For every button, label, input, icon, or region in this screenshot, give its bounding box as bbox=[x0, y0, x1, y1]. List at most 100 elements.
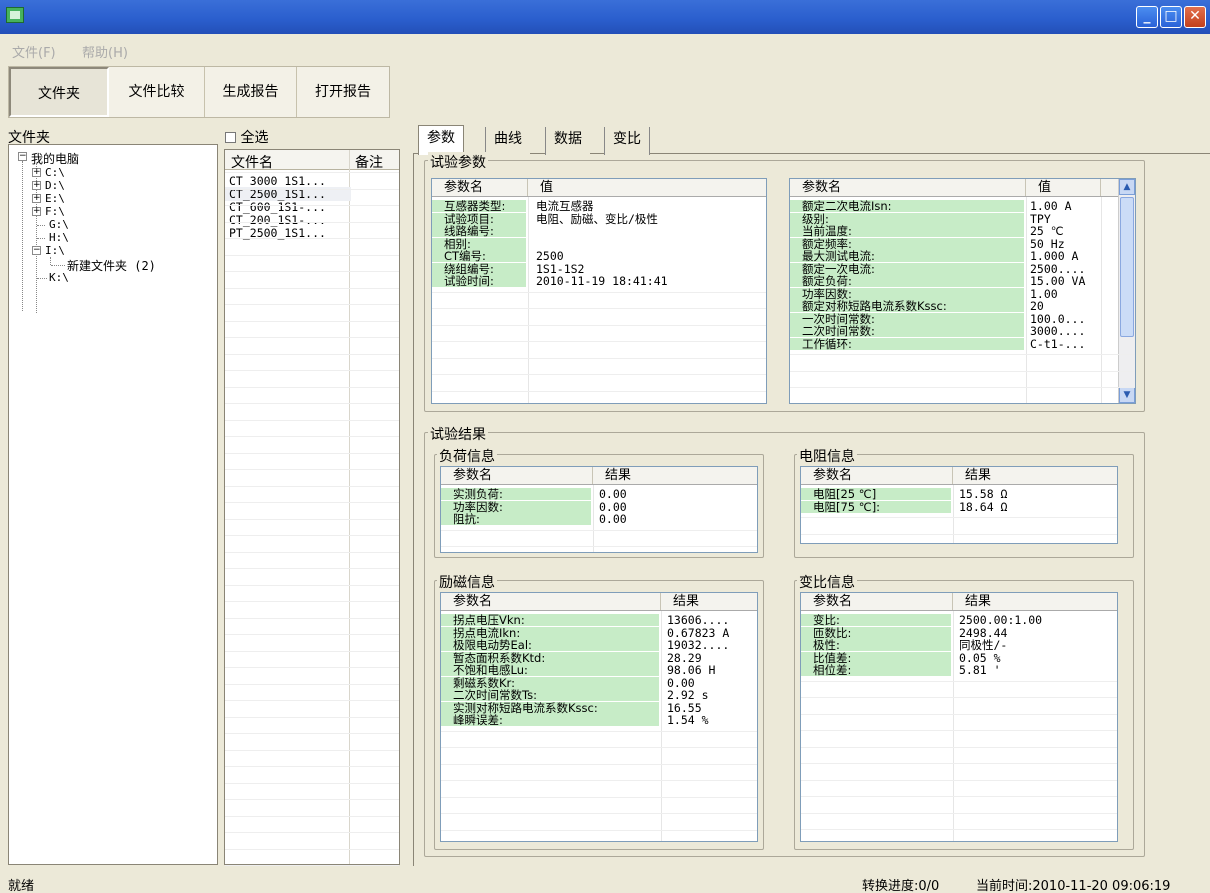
status-time: 当前时间:2010-11-20 09:06:19 bbox=[976, 879, 1171, 893]
tree-drive-e[interactable]: E:\ bbox=[45, 192, 65, 205]
menu-help[interactable]: 帮助(H) bbox=[82, 42, 128, 61]
generate-report-button[interactable]: 生成报告 bbox=[205, 67, 297, 117]
scroll-down-icon[interactable]: ▼ bbox=[1119, 387, 1135, 403]
collapse-icon[interactable]: − bbox=[18, 152, 27, 161]
table-row[interactable]: 功率因数: 0.00 bbox=[441, 499, 757, 514]
file-list[interactable]: 文件名 备注 CT_3000_1S1... CT_2500_1S1... CT_60… bbox=[224, 149, 400, 866]
expand-icon[interactable]: + bbox=[32, 181, 41, 190]
expand-icon[interactable]: + bbox=[32, 194, 41, 203]
resistance-table[interactable]: 参数名 结果 电阻[25 ℃] 15.58 Ω 电阻[75 ℃]: 18.64 Ω bbox=[800, 466, 1118, 544]
col-result[interactable]: 结果 bbox=[593, 467, 757, 484]
load-table[interactable]: 参数名 结果 实测负荷: 0.00 功率因数: 0.00 阻抗: 0.00 bbox=[440, 466, 758, 553]
table-row[interactable]: 级别: TPY bbox=[790, 212, 1135, 225]
col-result[interactable]: 结果 bbox=[953, 593, 1117, 610]
table-row[interactable]: 额定对称短路电流系数Kssc: 20 bbox=[790, 300, 1135, 312]
table-row[interactable]: 功率因数: 1.00 bbox=[790, 287, 1135, 300]
col-param-name[interactable]: 参数名 bbox=[801, 467, 953, 484]
col-value[interactable]: 值 bbox=[1026, 179, 1101, 196]
menu-file[interactable]: 文件(F) bbox=[12, 42, 56, 61]
tree-drive-f[interactable]: F:\ bbox=[45, 205, 65, 218]
table-row[interactable]: 电阻[75 ℃]: 18.64 Ω bbox=[801, 500, 1117, 513]
table-row[interactable]: 最大测试电流: 1.000 A bbox=[790, 250, 1135, 262]
tab-params[interactable]: 参数 bbox=[418, 125, 464, 155]
table-row[interactable]: 不饱和电感Lu: 98.06 H bbox=[441, 664, 757, 676]
file-row[interactable]: CT_200_1S1-... bbox=[225, 213, 351, 227]
col-param-name[interactable]: 参数名 bbox=[441, 593, 661, 610]
table-row[interactable]: 一次时间常数: 100.0... bbox=[790, 312, 1135, 325]
tree-drive-i[interactable]: I:\ bbox=[45, 244, 65, 257]
close-button[interactable]: ✕ bbox=[1184, 6, 1206, 28]
tree-drive-h[interactable]: H:\ bbox=[49, 231, 69, 244]
tree-new-folder[interactable]: 新建文件夹 (2) bbox=[67, 257, 156, 274]
table-row[interactable]: 电阻[25 ℃] 15.58 Ω bbox=[801, 488, 1117, 500]
folder-button[interactable]: 文件夹 bbox=[9, 67, 109, 117]
params-left-table[interactable]: 参数名 值 互感器类型: 电流互感器 试验项目: 电阻、励磁、变比/极性 线路编号: 相别… bbox=[431, 178, 767, 404]
col-value[interactable]: 值 bbox=[528, 179, 766, 196]
col-result[interactable]: 结果 bbox=[953, 467, 1117, 484]
table-row[interactable]: 匝数比: 2498.44 bbox=[801, 626, 1117, 639]
checkbox-icon[interactable] bbox=[225, 132, 236, 143]
col-filename[interactable]: 文件名 bbox=[231, 152, 273, 172]
table-row[interactable]: 二次时间常数Ts: 2.92 s bbox=[441, 689, 757, 701]
open-report-button[interactable]: 打开报告 bbox=[297, 67, 389, 117]
file-row[interactable]: CT_3000_1S1... bbox=[225, 174, 351, 188]
scroll-up-icon[interactable]: ▲ bbox=[1119, 179, 1135, 195]
ratio-table[interactable]: 参数名 结果 变比: 2500.00:1.00 匝数比: 2498.44 极性: 同极性/… bbox=[800, 592, 1118, 842]
tab-ratio[interactable]: 变比 bbox=[604, 127, 650, 155]
maximize-button[interactable]: □ bbox=[1160, 6, 1182, 28]
table-row[interactable]: 峰瞬误差: 1.54 % bbox=[441, 714, 757, 726]
table-row[interactable]: 线路编号: bbox=[432, 225, 766, 237]
select-all-checkbox[interactable]: 全选 bbox=[225, 127, 397, 146]
excitation-table[interactable]: 参数名 结果 拐点电压Vkn: 13606.... 拐点电流Ikn: 0.67823 … bbox=[440, 592, 758, 842]
col-param-name[interactable]: 参数名 bbox=[432, 179, 528, 196]
table-row[interactable]: 工作循环: C-t1-... bbox=[790, 337, 1135, 350]
col-note[interactable]: 备注 bbox=[355, 152, 383, 172]
table-row[interactable]: 额定二次电流Isn: 1.00 A bbox=[790, 200, 1135, 212]
tree-root-my-computer[interactable]: 我的电脑 bbox=[31, 150, 79, 167]
col-param-name[interactable]: 参数名 bbox=[790, 179, 1026, 196]
tree-drive-d[interactable]: D:\ bbox=[45, 179, 65, 192]
table-row[interactable]: 相别: bbox=[432, 237, 766, 250]
table-row[interactable]: 互感器类型: 电流互感器 bbox=[432, 200, 766, 212]
table-row[interactable]: 拐点电流Ikn: 0.67823 A bbox=[441, 626, 757, 639]
params-right-table[interactable]: 参数名 值 ▲ ▼ 额定二次电流Isn: 1.00 A 级别: TPY 当前温度: 25 … bbox=[789, 178, 1136, 404]
table-row[interactable]: 变比: 2500.00:1.00 bbox=[801, 614, 1117, 626]
table-row[interactable]: 额定负荷: 15.00 VA bbox=[790, 275, 1135, 287]
minimize-button[interactable]: _ bbox=[1136, 6, 1158, 28]
row-value: 0.00 bbox=[599, 499, 627, 514]
table-row[interactable]: 暂态面积系数Ktd: 28.29 bbox=[441, 651, 757, 664]
col-param-name[interactable]: 参数名 bbox=[441, 467, 593, 484]
table-row[interactable]: 绕组编号: 1S1-1S2 bbox=[432, 262, 766, 275]
table-row[interactable]: 阻抗: 0.00 bbox=[441, 513, 757, 525]
collapse-icon[interactable]: − bbox=[32, 246, 41, 255]
tab-curve[interactable]: 曲线 bbox=[485, 127, 530, 155]
table-row[interactable]: 二次时间常数: 3000.... bbox=[790, 325, 1135, 337]
row-value: 13606.... bbox=[667, 613, 730, 627]
tree-drive-c[interactable]: C:\ bbox=[45, 166, 65, 179]
table-row[interactable]: 当前温度: 25 ℃ bbox=[790, 225, 1135, 237]
table-row[interactable]: 试验项目: 电阻、励磁、变比/极性 bbox=[432, 212, 766, 225]
table-row[interactable]: 实测负荷: 0.00 bbox=[441, 488, 757, 500]
col-param-name[interactable]: 参数名 bbox=[801, 593, 953, 610]
expand-icon[interactable]: + bbox=[32, 168, 41, 177]
table-row[interactable]: 剩磁系数Kr: 0.00 bbox=[441, 676, 757, 689]
expand-icon[interactable]: + bbox=[32, 207, 41, 216]
compare-files-button[interactable]: 文件比较 bbox=[109, 67, 205, 117]
table-row[interactable]: 极限电动势Eal: 19032.... bbox=[441, 639, 757, 651]
folder-tree[interactable]: − 我的电脑 + C:\ + D:\ + E:\ + F:\ G:\ H:\ −… bbox=[8, 144, 218, 865]
table-row[interactable]: 额定频率: 50 Hz bbox=[790, 237, 1135, 250]
table-row[interactable]: 极性: 同极性/- bbox=[801, 639, 1117, 651]
tree-drive-k[interactable]: K:\ bbox=[49, 271, 69, 284]
table-row[interactable]: 比值差: 0.05 % bbox=[801, 651, 1117, 664]
tab-data[interactable]: 数据 bbox=[545, 127, 590, 155]
table-row[interactable]: 额定一次电流: 2500.... bbox=[790, 262, 1135, 275]
table-row[interactable]: 实测对称短路电流系数Kssc: 16.55 bbox=[441, 701, 757, 714]
tree-drive-g[interactable]: G:\ bbox=[49, 218, 69, 231]
table-row[interactable]: 相位差: 5.81 ' bbox=[801, 664, 1117, 676]
file-row[interactable]: CT_600_1S1-... bbox=[225, 200, 351, 214]
row-value: 15.00 VA bbox=[1030, 274, 1086, 288]
table-row[interactable]: 试验时间: 2010-11-19 18:41:41 bbox=[432, 275, 766, 287]
col-result[interactable]: 结果 bbox=[661, 593, 757, 610]
table-row[interactable]: 拐点电压Vkn: 13606.... bbox=[441, 614, 757, 626]
table-row[interactable]: CT编号: 2500 bbox=[432, 250, 766, 262]
